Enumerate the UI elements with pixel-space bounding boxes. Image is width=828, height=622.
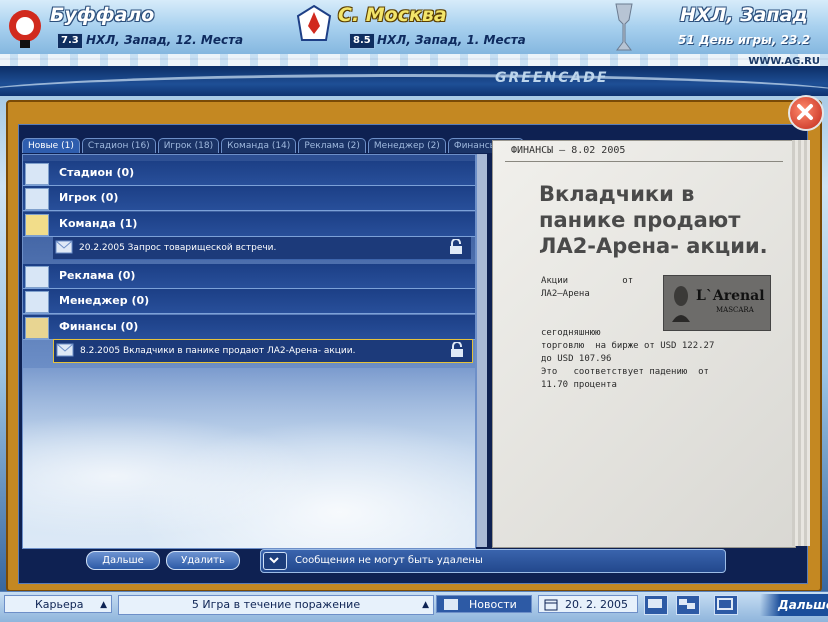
- body-line: Это соответствует падению от: [541, 367, 709, 377]
- category-label: Финансы (0): [59, 320, 139, 333]
- home-team-logo-icon: [9, 10, 41, 48]
- category-label: Реклама (0): [59, 269, 136, 282]
- category-ads[interactable]: Реклама (0): [23, 264, 475, 289]
- ad-subtitle: MASCARA: [716, 306, 754, 314]
- home-team-rating: 7.3: [57, 33, 83, 49]
- network-button[interactable]: [676, 595, 700, 615]
- tab-team[interactable]: Команда (14): [221, 138, 297, 153]
- guest-team-name: С. Москва: [338, 4, 447, 26]
- envelope-icon: [56, 343, 74, 357]
- article-headline: Вкладчики в панике продают ЛА2-Арена- ак…: [539, 182, 768, 258]
- message-row-selected[interactable]: 8.2.2005 Вкладчики в панике продают ЛА2-…: [53, 339, 473, 363]
- news-label: Новости: [469, 598, 517, 611]
- greencade-banner: GREENCADE: [495, 70, 609, 86]
- chevron-up-icon: ▲: [422, 600, 429, 610]
- monitor-icon: [648, 599, 662, 608]
- status-bar: Карьера ▲ 5 Игра в течение поражение ▲ Н…: [0, 591, 828, 622]
- guest-team-logo-icon: [296, 4, 332, 41]
- action-bar: Дальше Удалить Сообщения не могут быть у…: [22, 549, 726, 573]
- envelope-icon: [55, 240, 73, 254]
- ad-brand: L`Arenal: [696, 288, 765, 304]
- continue-button[interactable]: Дальше: [760, 594, 828, 616]
- body-line: 11.70 процента: [541, 380, 617, 390]
- league-title: НХЛ, Запад: [680, 4, 808, 26]
- info-bar: Сообщения не могут быть удалены: [260, 549, 726, 573]
- window-button[interactable]: [714, 595, 738, 615]
- face-icon: [672, 286, 690, 322]
- tab-player[interactable]: Игрок (18): [157, 138, 220, 153]
- article-page: ФИНАНСЫ – 8.02 2005 Вкладчики в панике п…: [492, 140, 796, 548]
- guest-team-league: НХЛ, Запад, 1. Места: [377, 33, 526, 47]
- message-text: 8.2.2005 Вкладчики в панике продают ЛА2-…: [80, 346, 356, 356]
- camera-icon: [25, 266, 49, 288]
- advertisement-image: L`Arenal MASCARA: [663, 275, 771, 331]
- top-bar: Буффало 7.3 НХЛ, Запад, 12. Места С. Мос…: [0, 0, 828, 68]
- body-line: до USD 107.96: [541, 354, 612, 364]
- category-team[interactable]: Команда (1): [23, 212, 475, 237]
- chevron-up-icon: ▲: [100, 600, 107, 610]
- window-icon: [717, 598, 733, 610]
- game-day: 51 День игры, 23.2: [678, 33, 811, 47]
- header-stripe: [0, 66, 828, 96]
- trophy-icon: [615, 3, 633, 51]
- category-label: Игрок (0): [59, 191, 119, 204]
- page-edge-decoration: [792, 140, 810, 546]
- network-icon: [679, 599, 695, 609]
- site-url: WWW.AG.RU: [748, 56, 820, 67]
- message-tabs: Новые (1) Стадион (16) Игрок (18) Команд…: [22, 138, 525, 154]
- game-result-text: 5 Игра в течение поражение: [191, 598, 361, 611]
- lock-icon[interactable]: [449, 239, 463, 255]
- article-header: ФИНАНСЫ – 8.02 2005: [511, 145, 626, 156]
- info-dropdown-button[interactable]: [263, 552, 287, 570]
- header-divider: [505, 161, 783, 162]
- stadium-icon: [25, 163, 49, 185]
- snow-background: [23, 368, 475, 548]
- calendar-icon: [544, 599, 558, 611]
- career-label: Карьера: [35, 598, 84, 611]
- chevron-down-icon: [269, 557, 279, 564]
- category-manager[interactable]: Менеджер (0): [23, 289, 475, 314]
- category-label: Стадион (0): [59, 166, 135, 179]
- briefcase-icon: [25, 291, 49, 313]
- news-button[interactable]: Новости: [436, 595, 532, 613]
- team-icon: [25, 214, 49, 236]
- home-team-name: Буффало: [50, 4, 155, 26]
- home-team-league: НХЛ, Запад, 12. Места: [86, 33, 244, 47]
- monitor-button[interactable]: [644, 595, 668, 615]
- body-line: торговлю на бирже от USD 122.27: [541, 341, 715, 351]
- delete-button[interactable]: Удалить: [166, 551, 240, 570]
- list-scrollbar[interactable]: [476, 154, 487, 547]
- message-text: 20.2.2005 Запрос товарищеской встречи.: [79, 243, 277, 253]
- tab-new[interactable]: Новые (1): [22, 138, 80, 153]
- close-button[interactable]: [788, 95, 824, 131]
- lock-icon[interactable]: [450, 342, 464, 358]
- next-button[interactable]: Дальше: [86, 551, 160, 570]
- category-stadium[interactable]: Стадион (0): [23, 161, 475, 186]
- tab-manager[interactable]: Менеджер (2): [367, 138, 446, 153]
- close-icon: [797, 104, 813, 120]
- game-result-field[interactable]: 5 Игра в течение поражение ▲: [118, 595, 434, 615]
- category-player[interactable]: Игрок (0): [23, 186, 475, 211]
- category-label: Менеджер (0): [59, 294, 150, 307]
- info-text: Сообщения не могут быть удалены: [295, 555, 483, 566]
- category-label: Команда (1): [59, 217, 138, 230]
- player-icon: [25, 188, 49, 210]
- career-dropdown[interactable]: Карьера ▲: [4, 595, 112, 613]
- message-list: Стадион (0) Игрок (0) Команда (1) 20.2.2…: [22, 154, 476, 549]
- date-text: 20. 2. 2005: [565, 598, 628, 611]
- news-icon: [444, 599, 458, 610]
- message-row[interactable]: 20.2.2005 Запрос товарищеской встречи.: [53, 237, 471, 260]
- date-field[interactable]: 20. 2. 2005: [538, 595, 638, 613]
- tab-ads[interactable]: Реклама (2): [298, 138, 366, 153]
- guest-team-rating: 8.5: [349, 33, 375, 49]
- tab-stadium[interactable]: Стадион (16): [81, 138, 156, 153]
- finance-icon: [25, 317, 49, 339]
- category-finance[interactable]: Финансы (0): [23, 315, 475, 340]
